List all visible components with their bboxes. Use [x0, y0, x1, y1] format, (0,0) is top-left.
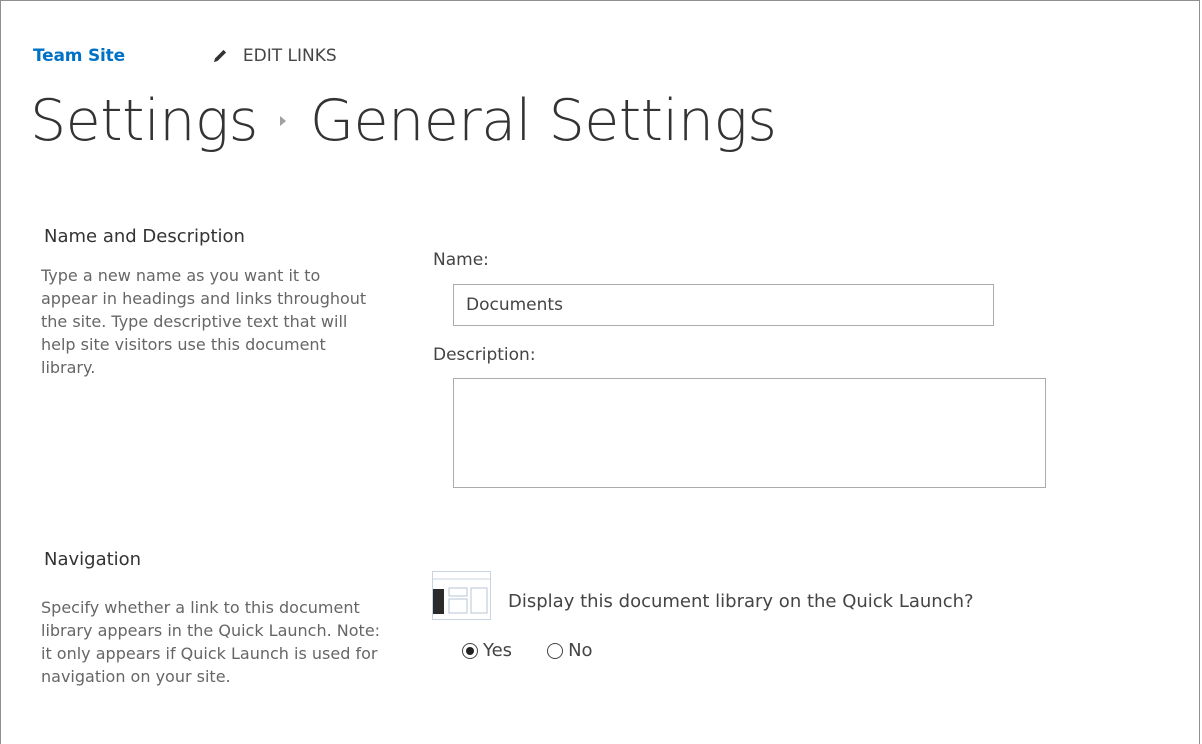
- radio-no-label[interactable]: No: [568, 640, 592, 661]
- description-label: Description:: [433, 345, 536, 365]
- page-title: Settings General Settings: [30, 88, 777, 154]
- title-current: General Settings: [309, 88, 777, 154]
- edit-links-button[interactable]: EDIT LINKS: [211, 46, 337, 66]
- navigation-help: Specify whether a link to this document …: [41, 598, 381, 686]
- name-label: Name:: [433, 250, 489, 270]
- radio-no[interactable]: [547, 642, 564, 659]
- title-parent[interactable]: Settings: [30, 88, 258, 154]
- quick-launch-question: Display this document library on the Qui…: [508, 591, 974, 612]
- description-textarea[interactable]: [453, 378, 1046, 488]
- edit-links-label: EDIT LINKS: [242, 46, 337, 66]
- team-site-link[interactable]: Team Site: [33, 46, 125, 66]
- radio-yes-label[interactable]: Yes: [483, 640, 512, 661]
- navigation-heading: Navigation: [44, 549, 142, 570]
- name-description-help: Type a new name as you want it to appear…: [41, 266, 367, 377]
- quick-launch-radio-group: Yes No: [462, 640, 593, 661]
- top-navigation: Team Site EDIT LINKS: [33, 42, 337, 70]
- radio-yes[interactable]: [462, 642, 478, 659]
- pencil-icon: [213, 49, 227, 62]
- quick-launch-icon: [432, 571, 491, 620]
- name-description-heading: Name and Description: [44, 226, 245, 247]
- name-input[interactable]: [453, 284, 994, 326]
- breadcrumb-arrow-icon: [278, 114, 288, 128]
